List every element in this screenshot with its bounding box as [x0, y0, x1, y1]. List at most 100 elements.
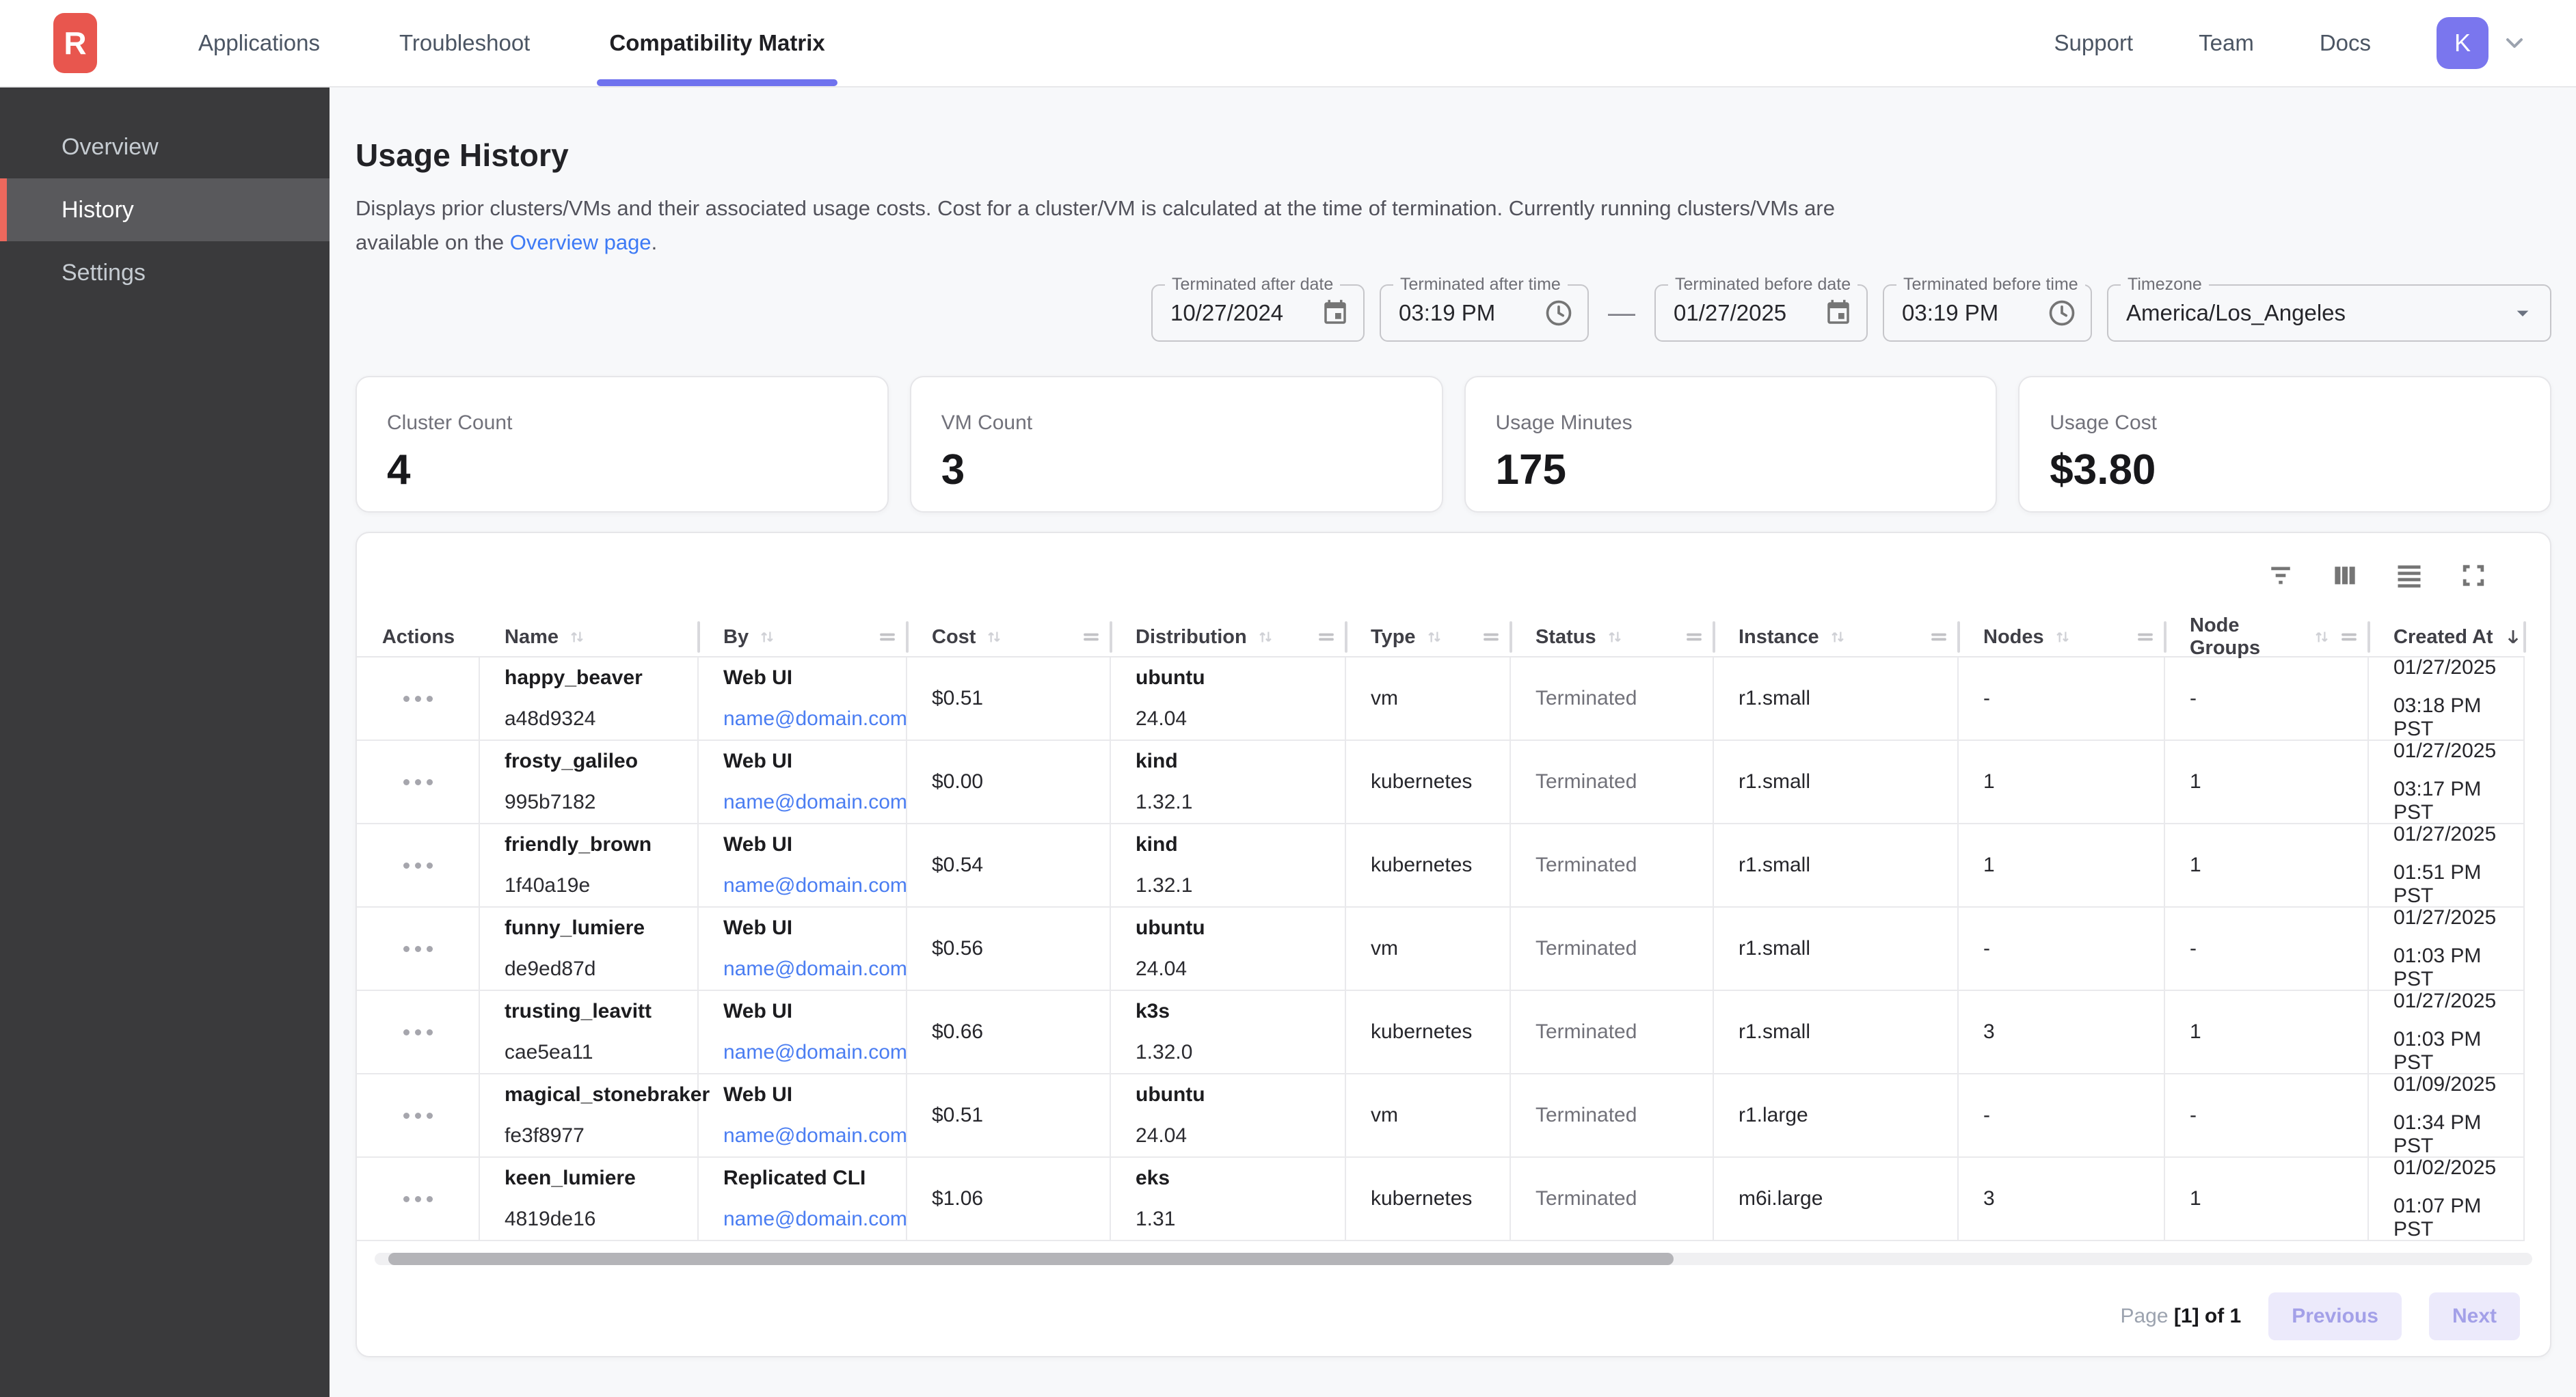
tab-compatibility-matrix[interactable]: Compatibility Matrix: [569, 0, 864, 86]
cluster-name: keen_lumiere: [505, 1167, 697, 1190]
timezone-select[interactable]: Timezone America/Los_Angeles: [2107, 284, 2551, 342]
sort-icon: [984, 627, 1004, 647]
by-email-link[interactable]: name@domain.com: [723, 874, 906, 897]
distribution-version: 1.31: [1136, 1208, 1345, 1231]
scrollbar-track[interactable]: [375, 1253, 2532, 1265]
more-actions-button[interactable]: [394, 686, 442, 711]
fullscreen-icon[interactable]: [2452, 554, 2495, 597]
terminated-before-time-field[interactable]: Terminated before time: [1883, 284, 2092, 342]
terminated-before-date-input[interactable]: [1674, 300, 1801, 326]
more-actions-button[interactable]: [394, 1103, 442, 1128]
columns-icon[interactable]: [2323, 554, 2367, 597]
overview-page-link[interactable]: Overview page: [510, 230, 652, 254]
column-header-cost[interactable]: Cost: [907, 618, 1111, 656]
distribution-name: ubuntu: [1136, 1083, 1345, 1107]
sidebar-item-settings[interactable]: Settings: [0, 241, 330, 304]
created-date: 01/27/2025: [2393, 656, 2523, 679]
sidebar-item-label: Settings: [62, 260, 146, 286]
type-cell: kubernetes: [1346, 991, 1511, 1073]
sort-desc-icon: [2501, 625, 2525, 649]
terminated-after-time-field[interactable]: Terminated after time: [1380, 284, 1589, 342]
page-description: Displays prior clusters/VMs and their as…: [355, 191, 1887, 260]
by-cell: Web UIname@domain.com: [699, 908, 907, 990]
terminated-after-date-input[interactable]: [1170, 300, 1298, 326]
by-email-link[interactable]: name@domain.com: [723, 1208, 906, 1231]
column-header-node-groups[interactable]: Node Groups: [2165, 618, 2369, 656]
more-actions-button[interactable]: [394, 936, 442, 962]
column-menu-icon[interactable]: [2136, 628, 2154, 646]
column-header-distribution[interactable]: Distribution: [1111, 618, 1346, 656]
account-menu-button[interactable]: K: [2437, 17, 2528, 69]
nodes-cell: -: [1959, 1074, 2165, 1156]
cluster-name: friendly_brown: [505, 833, 697, 856]
terminated-after-time-input[interactable]: [1399, 300, 1501, 326]
previous-page-button[interactable]: Previous: [2268, 1292, 2402, 1340]
cluster-name: frosty_galileo: [505, 750, 697, 773]
more-actions-button[interactable]: [394, 1020, 442, 1045]
table-row: frosty_galileo995b7182 Web UIname@domain…: [357, 741, 2525, 824]
tab-applications[interactable]: Applications: [159, 0, 360, 86]
sort-icon: [2052, 627, 2073, 647]
created-at-cell: 01/27/202501:51 PM PST: [2369, 824, 2525, 906]
column-menu-icon[interactable]: [1082, 628, 1100, 646]
type-cell: vm: [1346, 657, 1511, 740]
column-header-status[interactable]: Status: [1511, 618, 1714, 656]
filter-icon[interactable]: [2259, 554, 2303, 597]
nav-link-team[interactable]: Team: [2199, 30, 2254, 56]
table-row: keen_lumiere4819de16 Replicated CLIname@…: [357, 1158, 2525, 1241]
table-row: funny_lumierede9ed87d Web UIname@domain.…: [357, 908, 2525, 991]
tab-label: Applications: [198, 30, 320, 56]
column-header-instance[interactable]: Instance: [1714, 618, 1959, 656]
column-menu-icon[interactable]: [878, 628, 896, 646]
main-content: Usage History Displays prior clusters/VM…: [330, 87, 2576, 1397]
column-header-nodes[interactable]: Nodes: [1959, 618, 2165, 656]
calendar-icon[interactable]: [1321, 299, 1350, 327]
nodes-value: 3: [1983, 1187, 2164, 1210]
nav-link-support[interactable]: Support: [2054, 30, 2134, 56]
terminated-before-date-field[interactable]: Terminated before date: [1654, 284, 1868, 342]
more-actions-button[interactable]: [394, 1186, 442, 1212]
scrollbar-thumb[interactable]: [388, 1253, 1674, 1265]
node-groups-cell: 1: [2165, 741, 2369, 823]
density-icon[interactable]: [2387, 554, 2431, 597]
column-header-by[interactable]: By: [699, 618, 907, 656]
sidebar-item-history[interactable]: History: [0, 178, 330, 241]
by-email-link[interactable]: name@domain.com: [723, 791, 906, 814]
field-label: Terminated before time: [1896, 275, 2085, 295]
sidebar-item-overview[interactable]: Overview: [0, 116, 330, 178]
stat-label: Usage Minutes: [1496, 411, 1996, 435]
calendar-icon[interactable]: [1824, 299, 1853, 327]
column-menu-icon[interactable]: [2340, 628, 2358, 646]
more-actions-button[interactable]: [394, 770, 442, 795]
by-cell: Replicated CLIname@domain.com: [699, 1158, 907, 1240]
by-email-link[interactable]: name@domain.com: [723, 1041, 906, 1064]
clock-icon[interactable]: [1544, 298, 1574, 328]
terminated-before-time-input[interactable]: [1902, 300, 2004, 326]
instance-cell: r1.small: [1714, 741, 1959, 823]
terminated-after-date-field[interactable]: Terminated after date: [1151, 284, 1365, 342]
column-menu-icon[interactable]: [1482, 628, 1500, 646]
column-menu-icon[interactable]: [1930, 628, 1948, 646]
column-menu-icon[interactable]: [1317, 628, 1335, 646]
clock-icon[interactable]: [2047, 298, 2077, 328]
next-page-button[interactable]: Next: [2429, 1292, 2520, 1340]
by-email-link[interactable]: name@domain.com: [723, 1124, 906, 1148]
distribution-name: ubuntu: [1136, 917, 1345, 940]
table-header-row: Actions Name By Cost Distribution Type S…: [357, 618, 2525, 657]
column-header-created-at[interactable]: Created At: [2369, 618, 2525, 656]
tab-troubleshoot[interactable]: Troubleshoot: [360, 0, 569, 86]
column-menu-icon[interactable]: [1685, 628, 1703, 646]
distribution-name: kind: [1136, 833, 1345, 856]
replicated-logo[interactable]: R: [53, 13, 97, 73]
page-title: Usage History: [355, 137, 2551, 174]
by-email-link[interactable]: name@domain.com: [723, 958, 906, 981]
nav-link-docs[interactable]: Docs: [2320, 30, 2371, 56]
more-actions-button[interactable]: [394, 853, 442, 878]
column-header-type[interactable]: Type: [1346, 618, 1511, 656]
stat-card-vm-count: VM Count 3: [910, 376, 1443, 513]
sort-icon: [1605, 627, 1625, 647]
column-header-name[interactable]: Name: [480, 618, 699, 656]
by-email-link[interactable]: name@domain.com: [723, 707, 906, 731]
stat-label: VM Count: [941, 411, 1442, 435]
description-period: .: [652, 230, 658, 254]
